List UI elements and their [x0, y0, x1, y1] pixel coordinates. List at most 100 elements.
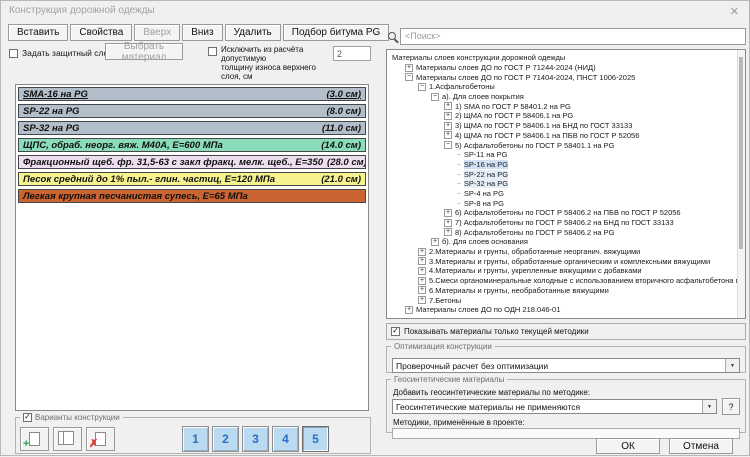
tree-item[interactable]: +2.Материалы и грунты, обработанные неор… — [390, 247, 735, 257]
collapse-icon[interactable]: − — [444, 141, 452, 149]
tree-item[interactable]: +7.Бетоны — [390, 295, 735, 305]
layer-row[interactable]: SP-22 на PG(8.0 см) — [18, 104, 366, 118]
tree-item[interactable]: –SP-11 на PG — [390, 150, 735, 160]
tree-item[interactable]: –SP-16 на PG — [390, 160, 735, 170]
layer-row[interactable]: Фракционный щеб. фр. 31,5-63 с закл фрак… — [18, 155, 366, 169]
layer-row[interactable]: Песок средний до 1% пыл.- глин. частиц, … — [18, 172, 366, 186]
checkbox-icon[interactable] — [9, 49, 18, 58]
expand-icon[interactable]: + — [405, 306, 413, 314]
tree-item-label: SP-32 на PG — [464, 179, 508, 188]
tree-item[interactable]: +2) ЩМА по ГОСТ Р 58406.1 на PG — [390, 111, 735, 121]
tree-item[interactable]: +8) Асфальтобетоны по ГОСТ Р 58406.2 на … — [390, 227, 735, 237]
tree-item[interactable]: –SP-22 на PG — [390, 169, 735, 179]
tree-item[interactable]: +3) ЩМА по ГОСТ Р 58406.1 на БНД по ГОСТ… — [390, 121, 735, 131]
tree-item-label: SP-8 на PG — [464, 199, 504, 208]
expand-icon[interactable]: + — [444, 219, 452, 227]
move-down-button[interactable]: Вниз — [182, 24, 222, 41]
expand-icon[interactable]: + — [444, 122, 452, 130]
tree-item[interactable]: −Материалы слоев ДО по ГОСТ Р 71404-2024… — [390, 72, 735, 82]
tree-connector: – — [457, 190, 461, 197]
properties-button[interactable]: Свойства — [70, 24, 132, 41]
tree-item[interactable]: −а). Для слоев покрытия — [390, 92, 735, 102]
variants-legend: Варианты конструкции — [20, 413, 123, 422]
layer-row[interactable]: SP-32 на PG(11.0 см) — [18, 121, 366, 135]
materials-tree[interactable]: Материалы слоев конструкции дорожной оде… — [386, 49, 746, 319]
expand-icon[interactable]: + — [444, 112, 452, 120]
tree-item[interactable]: +7) Асфальтобетоны по ГОСТ Р 58406.2 на … — [390, 218, 735, 228]
variants-checkbox[interactable] — [23, 413, 32, 422]
scrollbar-thumb[interactable] — [739, 57, 743, 249]
layer-thickness: (8.0 см) — [323, 106, 361, 117]
tree-item[interactable]: +5.Смеси органоминеральные холодные с ис… — [390, 276, 735, 286]
move-up-button[interactable]: Вверх — [134, 24, 180, 41]
tree-item[interactable]: +Материалы слоев ДО по ОДН 218.046-01 — [390, 305, 735, 315]
tree-item[interactable]: +Материалы слоев ДО по ГОСТ Р 71244-2024… — [390, 63, 735, 73]
tree-item-label: 8) Асфальтобетоны по ГОСТ Р 58406.2 на P… — [455, 228, 614, 237]
cancel-button[interactable]: Отмена — [669, 438, 733, 454]
tree-item[interactable]: +6) Асфальтобетоны по ГОСТ Р 58406.2 на … — [390, 208, 735, 218]
tree-item[interactable]: –SP-4 на PG — [390, 189, 735, 199]
layer-row[interactable]: SMA-16 на PG(3.0 см) — [18, 87, 366, 101]
ok-button[interactable]: ОК — [596, 438, 660, 454]
optimization-select[interactable]: Проверочный расчет без оптимизации ▼ — [392, 358, 740, 373]
tree-item-label: 1) SMA по ГОСТ Р 58401.2 на PG — [455, 102, 571, 111]
expand-icon[interactable]: + — [405, 64, 413, 72]
protective-layer-checkbox[interactable]: Задать защитный слой — [9, 48, 113, 58]
help-button[interactable]: ? — [722, 398, 740, 415]
expand-icon[interactable]: + — [418, 286, 426, 294]
checkbox-icon[interactable] — [391, 327, 400, 336]
tree-item[interactable]: +б). Для слоев основания — [390, 237, 735, 247]
delete-button[interactable]: Удалить — [225, 24, 281, 41]
variant-1-button[interactable]: 1 — [182, 426, 209, 452]
bitumen-pg-selection-button[interactable]: Подбор битума PG — [283, 24, 390, 41]
geosynthetics-select[interactable]: Геосинтетические материалы не применяютс… — [392, 399, 717, 414]
layer-row[interactable]: Легкая крупная песчанистая супесь, E=65 … — [18, 189, 366, 203]
choose-material-button[interactable]: Выбрать материал — [105, 43, 183, 60]
variant-3-button[interactable]: 3 — [242, 426, 269, 452]
expand-icon[interactable]: + — [444, 102, 452, 110]
checkbox-icon[interactable] — [208, 47, 217, 56]
expand-icon[interactable]: + — [418, 277, 426, 285]
tree-item[interactable]: +6.Материалы и грунты, необработанные вя… — [390, 286, 735, 296]
expand-icon[interactable]: + — [431, 238, 439, 246]
layers-list[interactable]: SMA-16 на PG(3.0 см) SP-22 на PG(8.0 см) S… — [15, 84, 369, 411]
tree-item[interactable]: +3.Материалы и грунты, обработанные орга… — [390, 256, 735, 266]
collapse-icon[interactable]: − — [405, 73, 413, 81]
add-variant-button[interactable]: + — [20, 427, 49, 451]
delete-variant-button[interactable]: ✗ — [86, 427, 115, 451]
tree-item[interactable]: +4) ЩМА по ГОСТ Р 58406.1 на ПБВ по ГОСТ… — [390, 131, 735, 141]
collapse-icon[interactable]: − — [431, 93, 439, 101]
filter-methodology-checkbox[interactable]: Показывать материалы только текущей мето… — [386, 323, 746, 340]
chevron-down-icon[interactable]: ▼ — [725, 359, 739, 372]
exclude-wear-checkbox[interactable]: Исключить из расчёта допустимую толщину … — [208, 45, 330, 81]
layer-row[interactable]: ЩПС, обраб. неорг. вяж. М40А, E=600 МПа(… — [18, 138, 366, 152]
tree-connector: – — [457, 161, 461, 168]
expand-icon[interactable]: + — [418, 267, 426, 275]
expand-icon[interactable]: + — [444, 209, 452, 217]
new-page-icon — [29, 432, 40, 446]
tree-scrollbar[interactable] — [737, 50, 745, 318]
tree-connector: – — [457, 151, 461, 158]
expand-icon[interactable]: + — [418, 257, 426, 265]
insert-button[interactable]: Вставить — [8, 24, 68, 41]
variant-5-button[interactable]: 5 — [302, 426, 329, 452]
expand-icon[interactable]: + — [444, 131, 452, 139]
variant-2-button[interactable]: 2 — [212, 426, 239, 452]
wear-thickness-input[interactable] — [333, 46, 371, 61]
tree-item[interactable]: –SP-8 на PG — [390, 198, 735, 208]
variant-4-button[interactable]: 4 — [272, 426, 299, 452]
tree-item[interactable]: +4.Материалы и грунты, укрепленные вяжущ… — [390, 266, 735, 276]
tree-item-label: 1.Асфальтобетоны — [429, 82, 495, 91]
collapse-icon[interactable]: − — [418, 83, 426, 91]
expand-icon[interactable]: + — [418, 296, 426, 304]
expand-icon[interactable]: + — [418, 248, 426, 256]
tree-item[interactable]: −1.Асфальтобетоны — [390, 82, 735, 92]
tree-item[interactable]: −5) Асфальтобетоны по ГОСТ Р 58401.1 на … — [390, 140, 735, 150]
tree-item[interactable]: –SP-32 на PG — [390, 179, 735, 189]
search-input[interactable] — [400, 28, 746, 45]
tree-item[interactable]: +1) SMA по ГОСТ Р 58401.2 на PG — [390, 101, 735, 111]
chevron-down-icon[interactable]: ▼ — [702, 400, 716, 413]
expand-icon[interactable]: + — [444, 228, 452, 236]
tree-item[interactable]: Материалы слоев конструкции дорожной оде… — [390, 53, 735, 63]
copy-variant-button[interactable] — [53, 427, 82, 451]
